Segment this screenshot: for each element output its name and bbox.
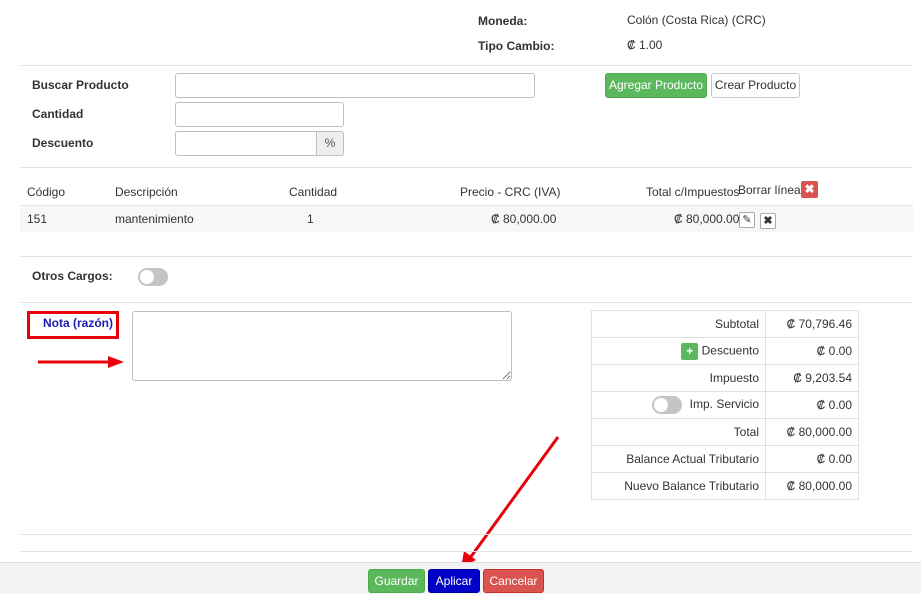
total-value: ₡ 80,000.00	[765, 418, 859, 446]
table-row: Subtotal ₡ 70,796.46	[591, 310, 859, 338]
subtotal-label: Subtotal	[591, 310, 766, 338]
new-balance-label: Nuevo Balance Tributario	[591, 472, 766, 500]
subtotal-value: ₡ 70,796.46	[765, 310, 859, 338]
annotation-arrows	[38, 356, 560, 568]
tax-label: Impuesto	[591, 364, 766, 392]
discount-total-value: ₡ 0.00	[765, 337, 859, 365]
table-row: Impuesto ₡ 9,203.54	[591, 364, 859, 392]
table-row: Imp. Servicio ₡ 0.00	[591, 391, 859, 419]
totals-table: Subtotal ₡ 70,796.46 + Descuento ₡ 0.00 …	[591, 310, 859, 500]
divider	[20, 551, 913, 552]
current-balance-label: Balance Actual Tributario	[591, 445, 766, 473]
table-row: Total ₡ 80,000.00	[591, 418, 859, 446]
total-label: Total	[591, 418, 766, 446]
add-discount-plus-icon[interactable]: +	[681, 342, 699, 360]
divider	[20, 534, 913, 535]
apply-button[interactable]: Aplicar	[428, 569, 480, 593]
table-row: Nuevo Balance Tributario ₡ 80,000.00	[591, 472, 859, 500]
current-balance-value: ₡ 0.00	[765, 445, 859, 473]
new-balance-value: ₡ 80,000.00	[765, 472, 859, 500]
service-tax-label: Imp. Servicio	[689, 397, 759, 412]
table-row: Balance Actual Tributario ₡ 0.00	[591, 445, 859, 473]
cancel-button[interactable]: Cancelar	[483, 569, 544, 593]
tax-value: ₡ 9,203.54	[765, 364, 859, 392]
save-button[interactable]: Guardar	[368, 569, 425, 593]
arrow-apply-line	[468, 436, 560, 559]
arrow-note-head	[108, 356, 124, 368]
service-tax-value: ₡ 0.00	[765, 391, 859, 419]
table-row: + Descuento ₡ 0.00	[591, 337, 859, 365]
service-tax-toggle[interactable]	[652, 396, 683, 414]
discount-total-label: Descuento	[701, 343, 759, 358]
